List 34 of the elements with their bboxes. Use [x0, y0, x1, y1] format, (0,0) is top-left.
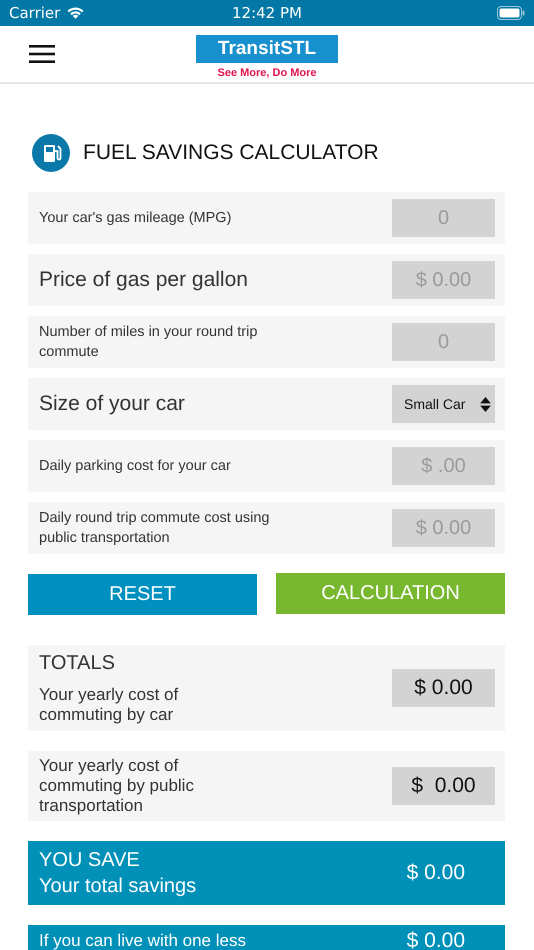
input-field[interactable]: $ .00: [392, 447, 495, 485]
sort-arrows-icon: [480, 396, 491, 412]
total-value: $ 0.00: [392, 767, 495, 805]
field-label: Price of gas per gallon: [39, 270, 248, 290]
logo: TransitSTL: [196, 35, 338, 63]
input-field[interactable]: 0: [392, 323, 495, 361]
total-value: $ 0.00: [392, 669, 495, 707]
total-label: Your yearly cost of commuting by public transportation: [39, 756, 195, 816]
field-label: Daily parking cost for your car: [39, 457, 231, 476]
savings-label: If you can live with one less: [39, 930, 246, 950]
field-label: Daily round trip commute cost using public transportation: [39, 509, 270, 548]
input-field[interactable]: $ 0.00: [392, 261, 495, 299]
wifi-icon: [66, 6, 86, 20]
menu-icon[interactable]: [29, 45, 55, 63]
carrier-label: Carrier: [9, 4, 60, 22]
gas-pump-icon: [32, 134, 70, 172]
action-button[interactable]: CALCULATION: [276, 573, 505, 614]
input-field[interactable]: $ 0.00: [392, 509, 495, 547]
input-field[interactable]: 0: [392, 199, 495, 237]
field-label: Your car's gas mileage (MPG): [39, 209, 232, 228]
page-title: FUEL SAVINGS CALCULATOR: [83, 141, 379, 165]
status-time: 12:42 PM: [231, 4, 303, 22]
savings-value: $ 0.00: [406, 929, 465, 950]
field-label: Size of your car: [39, 394, 185, 414]
totals-heading: TOTALS: [39, 652, 116, 674]
battery-icon: [497, 6, 525, 20]
tagline: See More, Do More: [217, 67, 317, 79]
field-label: Number of miles in your round trip commute: [39, 323, 258, 362]
savings-heading: YOU SAVE: [39, 848, 141, 873]
total-label: Your yearly cost of commuting by car: [39, 684, 180, 724]
savings-value: $ 0.00: [406, 861, 465, 885]
savings-label: Your total savings: [39, 874, 196, 899]
car-size-select[interactable]: Small Car: [392, 385, 495, 423]
action-button[interactable]: RESET: [28, 574, 257, 615]
